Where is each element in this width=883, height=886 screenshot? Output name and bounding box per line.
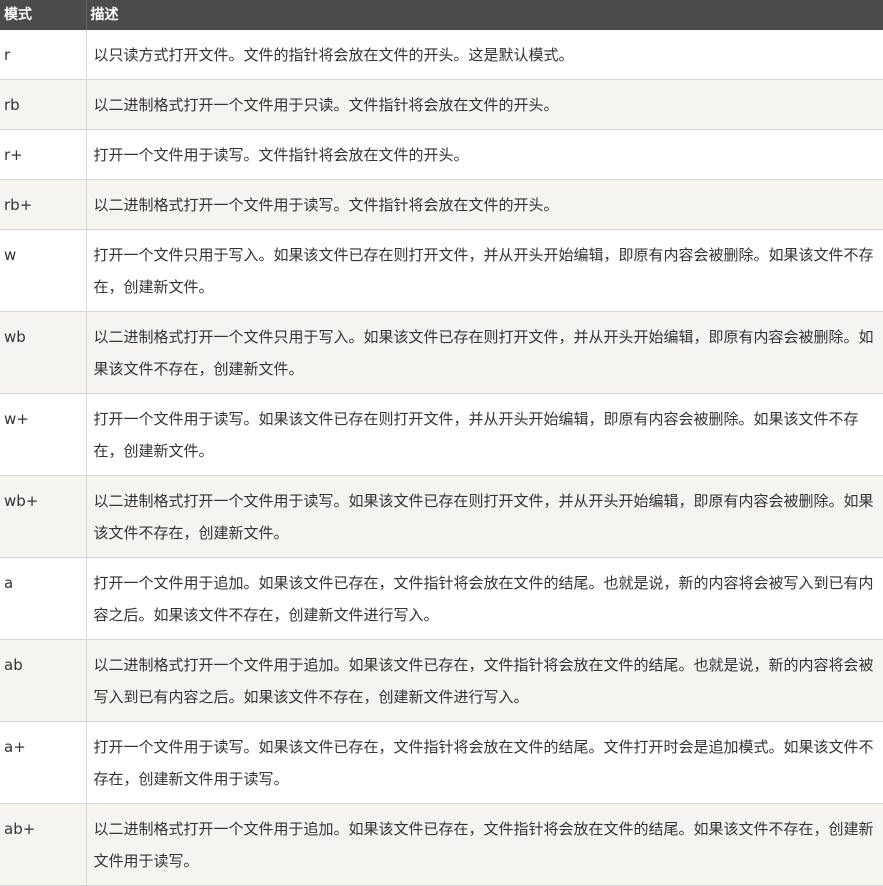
table-row: a 打开一个文件用于追加。如果该文件已存在，文件指针将会放在文件的结尾。也就是说…: [0, 557, 883, 640]
mode-cell: a: [0, 557, 87, 640]
description-cell: 打开一个文件只用于写入。如果该文件已存在则打开文件，并从开头开始编辑，即原有内容…: [86, 229, 883, 312]
description-cell: 打开一个文件用于读写。如果该文件已存在则打开文件，并从开头开始编辑，即原有内容会…: [86, 393, 883, 476]
description-cell: 以只读方式打开文件。文件的指针将会放在文件的开头。这是默认模式。: [86, 30, 883, 80]
mode-cell: ab+: [0, 803, 87, 886]
description-cell: 打开一个文件用于读写。文件指针将会放在文件的开头。: [86, 129, 883, 180]
table-header: 模式 描述: [0, 0, 883, 30]
description-cell: 以二进制格式打开一个文件用于追加。如果该文件已存在，文件指针将会放在文件的结尾。…: [86, 639, 883, 722]
mode-cell: a+: [0, 721, 87, 804]
mode-cell: wb: [0, 311, 87, 394]
table-row: w 打开一个文件只用于写入。如果该文件已存在则打开文件，并从开头开始编辑，即原有…: [0, 229, 883, 312]
description-cell: 打开一个文件用于追加。如果该文件已存在，文件指针将会放在文件的结尾。也就是说，新…: [86, 557, 883, 640]
mode-cell: r: [0, 30, 87, 80]
description-cell: 以二进制格式打开一个文件用于读写。文件指针将会放在文件的开头。: [86, 179, 883, 230]
table-row: w+ 打开一个文件用于读写。如果该文件已存在则打开文件，并从开头开始编辑，即原有…: [0, 393, 883, 476]
mode-cell: w: [0, 229, 87, 312]
description-cell: 以二进制格式打开一个文件用于追加。如果该文件已存在，文件指针将会放在文件的结尾。…: [86, 803, 883, 886]
header-row: 模式 描述: [0, 0, 883, 30]
table-body: r 以只读方式打开文件。文件的指针将会放在文件的开头。这是默认模式。 rb 以二…: [0, 30, 883, 886]
mode-cell: w+: [0, 393, 87, 476]
description-cell: 以二进制格式打开一个文件用于读写。如果该文件已存在则打开文件，并从开头开始编辑，…: [86, 475, 883, 558]
mode-cell: wb+: [0, 475, 87, 558]
table-row: r 以只读方式打开文件。文件的指针将会放在文件的开头。这是默认模式。: [0, 30, 883, 80]
table-row: ab+ 以二进制格式打开一个文件用于追加。如果该文件已存在，文件指针将会放在文件…: [0, 803, 883, 886]
table-row: rb+ 以二进制格式打开一个文件用于读写。文件指针将会放在文件的开头。: [0, 179, 883, 230]
description-cell: 打开一个文件用于读写。如果该文件已存在，文件指针将会放在文件的结尾。文件打开时会…: [86, 721, 883, 804]
table-row: rb 以二进制格式打开一个文件用于只读。文件指针将会放在文件的开头。: [0, 79, 883, 130]
mode-cell: rb: [0, 79, 87, 130]
header-mode: 模式: [0, 0, 87, 30]
table-row: wb+ 以二进制格式打开一个文件用于读写。如果该文件已存在则打开文件，并从开头开…: [0, 475, 883, 558]
mode-cell: ab: [0, 639, 87, 722]
mode-cell: r+: [0, 129, 87, 180]
description-cell: 以二进制格式打开一个文件用于只读。文件指针将会放在文件的开头。: [86, 79, 883, 130]
table-row: ab 以二进制格式打开一个文件用于追加。如果该文件已存在，文件指针将会放在文件的…: [0, 639, 883, 722]
file-mode-table: 模式 描述 r 以只读方式打开文件。文件的指针将会放在文件的开头。这是默认模式。…: [0, 0, 883, 886]
header-description: 描述: [86, 0, 883, 30]
table-row: r+ 打开一个文件用于读写。文件指针将会放在文件的开头。: [0, 129, 883, 180]
table-row: a+ 打开一个文件用于读写。如果该文件已存在，文件指针将会放在文件的结尾。文件打…: [0, 721, 883, 804]
table-row: wb 以二进制格式打开一个文件只用于写入。如果该文件已存在则打开文件，并从开头开…: [0, 311, 883, 394]
mode-cell: rb+: [0, 179, 87, 230]
description-cell: 以二进制格式打开一个文件只用于写入。如果该文件已存在则打开文件，并从开头开始编辑…: [86, 311, 883, 394]
